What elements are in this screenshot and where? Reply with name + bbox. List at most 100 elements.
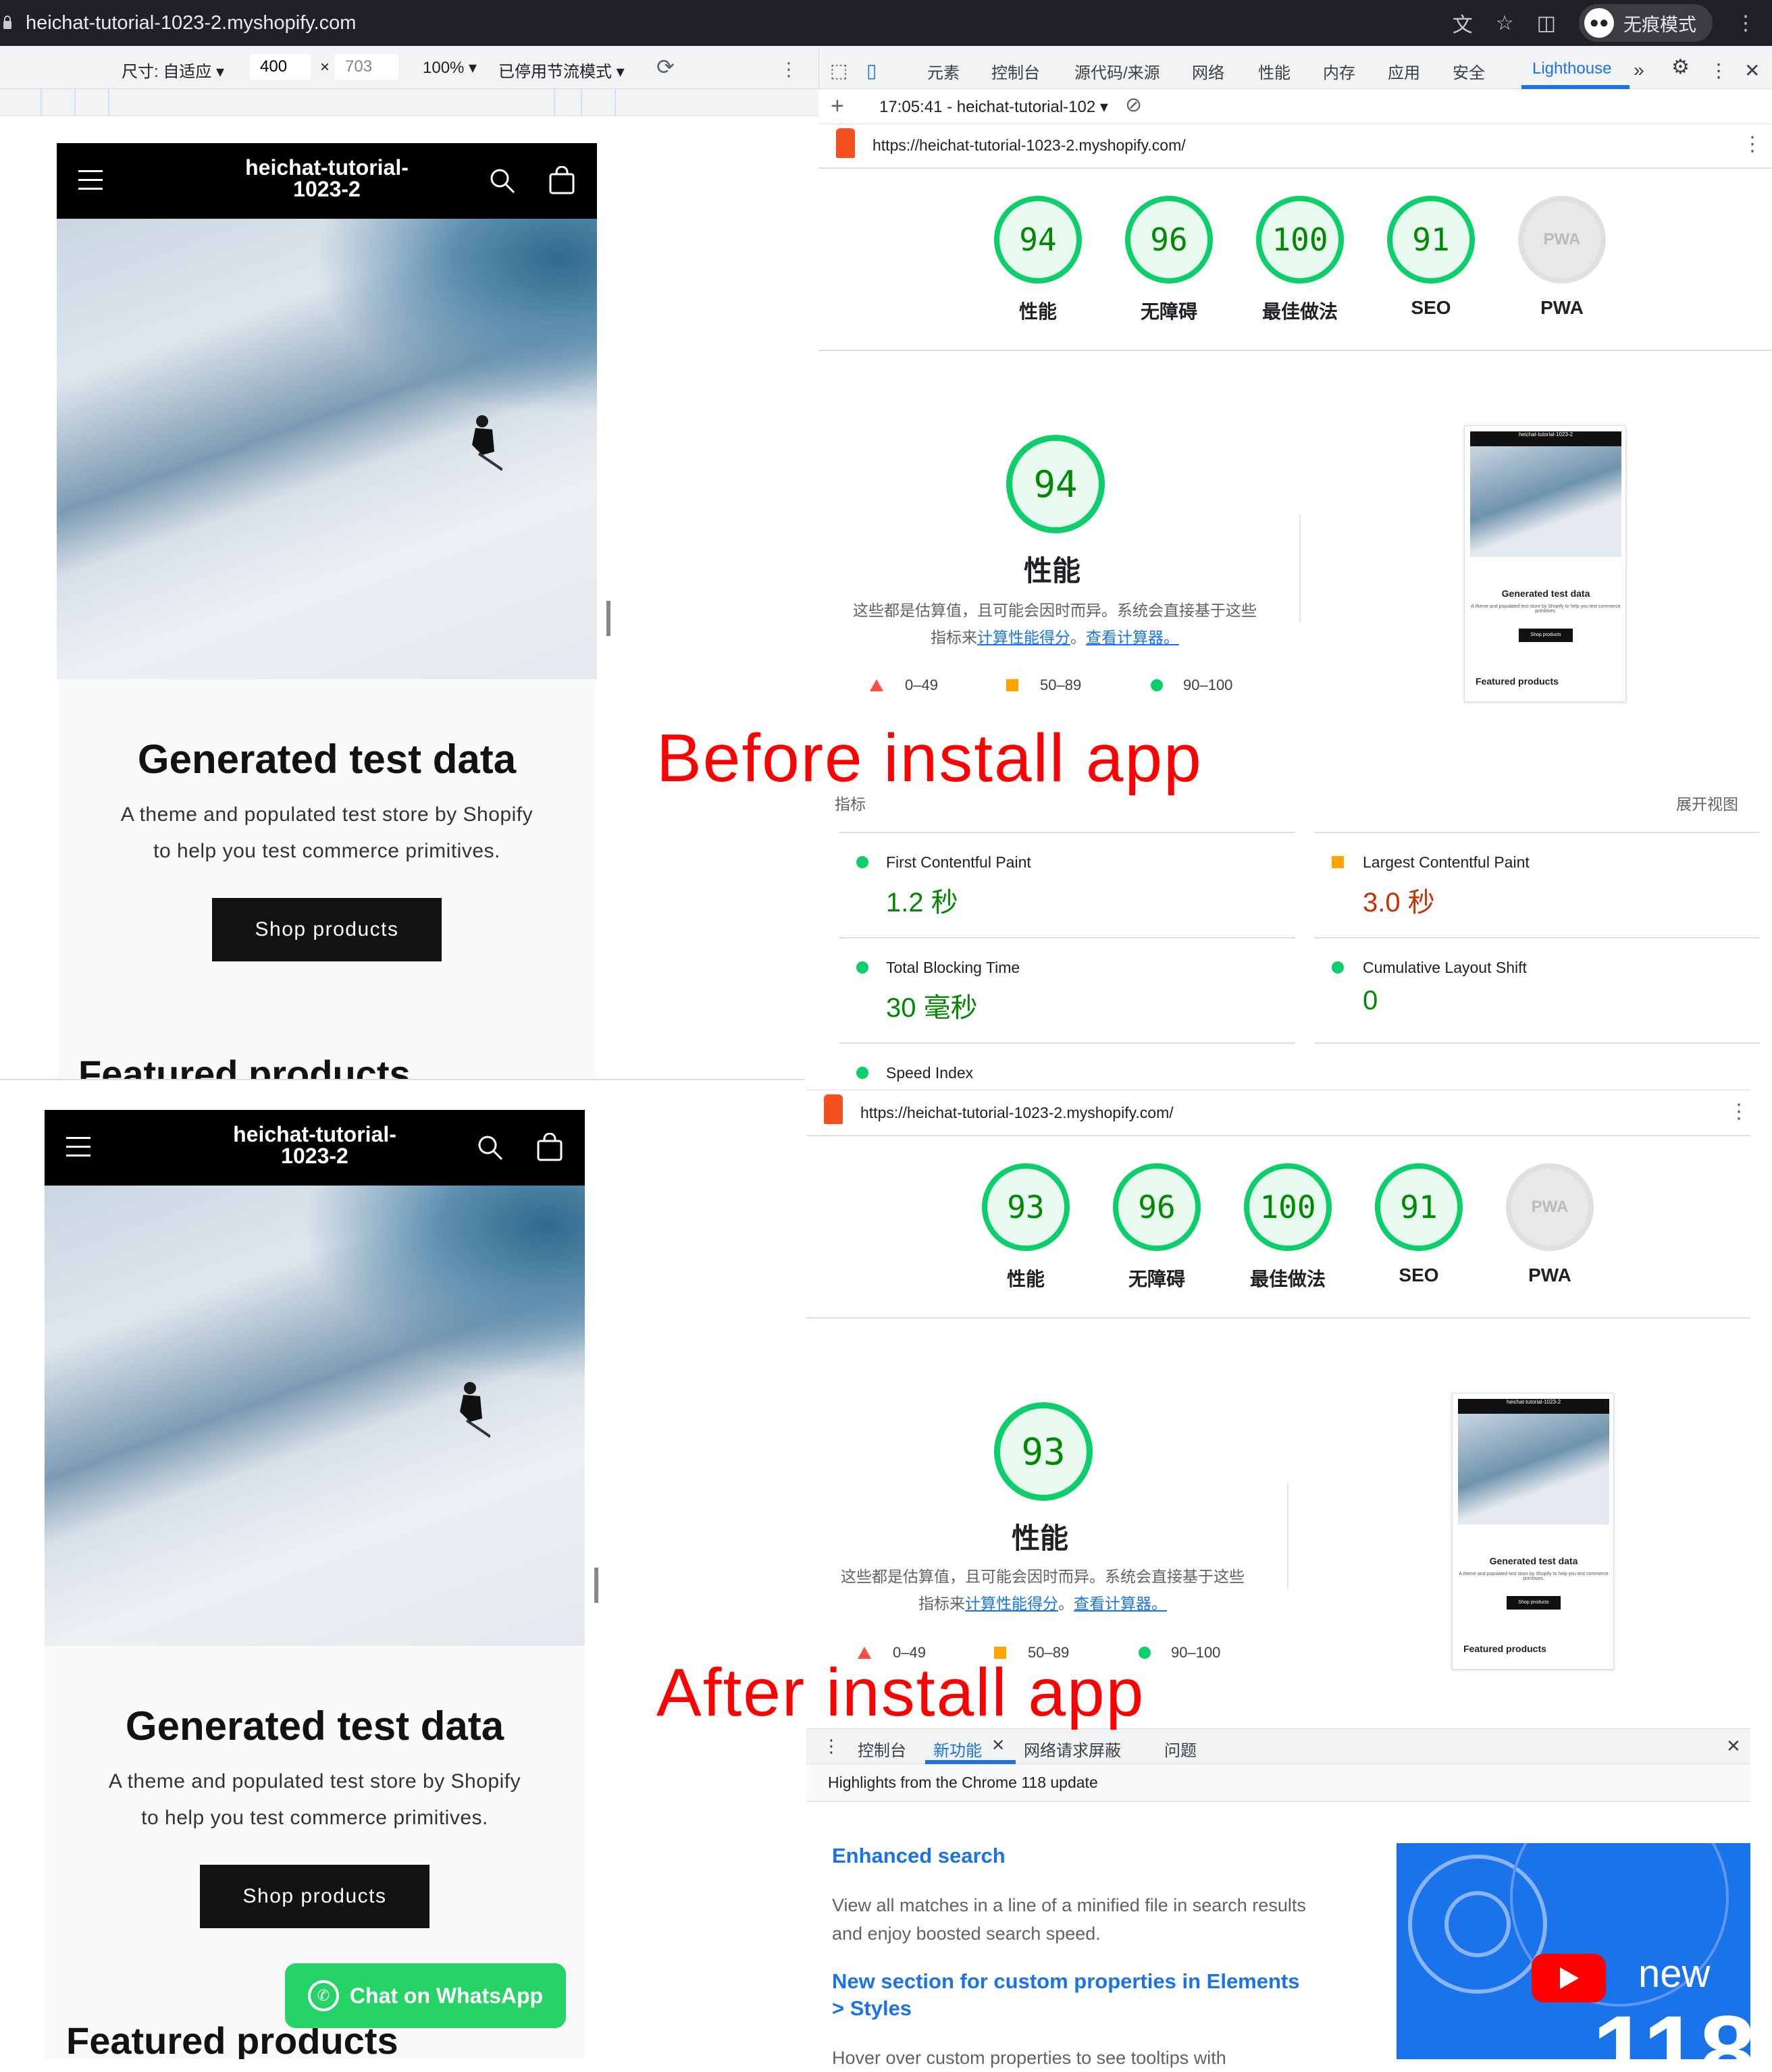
calc-score-link[interactable]: 计算性能得分 (977, 629, 1070, 646)
calculator-link[interactable]: 查看计算器。 (1086, 629, 1179, 646)
legend-fail: 0–49 (905, 676, 938, 693)
tab-elements[interactable]: 元素 (927, 59, 960, 83)
zoom-select[interactable]: 100% ▾ (423, 58, 477, 78)
legend-average: 50–89 (1040, 676, 1082, 693)
drawer-tab-console[interactable]: 控制台 (858, 1737, 906, 1761)
drawer-tab-request-blocking[interactable]: 网络请求屏蔽 (1024, 1737, 1121, 1761)
translate-icon[interactable]: 文 (1453, 8, 1473, 38)
new-report-icon[interactable]: + (831, 93, 844, 119)
calc-score-link[interactable]: 计算性能得分 (965, 1595, 1058, 1612)
hero-heading: Generated test data (125, 1703, 504, 1749)
score-gauge-pwa[interactable]: PWA (1506, 1163, 1594, 1251)
media-query-ruler[interactable] (0, 89, 818, 116)
score-label-performance: 性能 (1018, 301, 1057, 322)
cart-icon[interactable] (536, 1133, 563, 1161)
tab-memory[interactable]: 内存 (1323, 59, 1355, 83)
performance-title: 性能 (1012, 1522, 1069, 1554)
feature-title-custom-properties[interactable]: New section for custom properties in Ele… (832, 1968, 1300, 1995)
device-mode-icon[interactable]: ▯ (866, 59, 877, 82)
tab-lighthouse[interactable]: Lighthouse (1532, 59, 1611, 78)
score-label-seo: SEO (1411, 297, 1451, 318)
tab-sources[interactable]: 源代码/来源 (1074, 59, 1160, 83)
more-vert-icon[interactable]: ⋮ (1729, 1100, 1749, 1123)
skier-figure (472, 415, 502, 471)
star-icon[interactable]: ☆ (1496, 11, 1514, 35)
close-drawer-icon[interactable]: ✕ (1726, 1736, 1741, 1757)
featured-products-heading: Featured products (78, 1053, 411, 1079)
expand-view-toggle[interactable]: 展开视图 (1676, 791, 1738, 814)
report-selector[interactable]: 17:05:41 - heichat-tutorial-102 ▾ (879, 97, 1108, 117)
menu-icon[interactable] (78, 170, 103, 196)
tab-application[interactable]: 应用 (1388, 59, 1420, 83)
lighthouse-logo-icon (836, 128, 855, 158)
page-screenshot-thumbnail[interactable]: heichat-tutorial-1023-2 Generated test d… (1464, 425, 1626, 702)
search-icon[interactable] (477, 1134, 504, 1161)
sidebar-icon[interactable]: ◫ (1537, 11, 1556, 35)
more-vert-icon[interactable]: ⋮ (779, 58, 798, 80)
search-icon[interactable] (489, 167, 516, 194)
lighthouse-report-after: https://heichat-tutorial-1023-2.myshopif… (806, 1090, 1750, 1728)
clear-icon[interactable]: ⊘ (1125, 93, 1142, 117)
menu-icon[interactable] (66, 1137, 90, 1163)
throttle-select[interactable]: 已停用节流模式 ▾ (498, 58, 625, 82)
resize-handle[interactable] (606, 601, 610, 636)
drawer-tab-issues[interactable]: 问题 (1164, 1737, 1197, 1761)
score-label-seo: SEO (1399, 1265, 1439, 1285)
incognito-icon: ●● (1584, 8, 1614, 38)
more-vert-icon[interactable]: ⋮ (1736, 11, 1756, 35)
drawer-tab-whats-new[interactable]: 新功能 (933, 1737, 982, 1761)
metric-cls-name: Cumulative Layout Shift (1363, 959, 1527, 976)
cart-icon[interactable] (548, 166, 575, 194)
whats-new-header: Highlights from the Chrome 118 update (806, 1764, 1750, 1802)
score-gauge-performance[interactable]: 94 (994, 196, 1082, 284)
settings-icon[interactable]: ⚙ (1671, 55, 1690, 79)
tab-performance[interactable]: 性能 (1258, 59, 1291, 83)
height-input[interactable] (335, 54, 398, 80)
store-name[interactable]: heichat-tutorial- 1023-2 (180, 1123, 450, 1167)
rotate-icon[interactable]: ⟳ (656, 54, 675, 80)
store-name[interactable]: heichat-tutorial- 1023-2 (192, 157, 462, 200)
score-gauge-best-practices[interactable]: 100 (1256, 196, 1344, 284)
metric-lcp-name: Largest Contentful Paint (1363, 853, 1530, 871)
tab-console[interactable]: 控制台 (991, 59, 1040, 83)
skier-figure (460, 1382, 490, 1438)
feature-title-enhanced-search[interactable]: Enhanced search (832, 1842, 1006, 1869)
hero-subtext-1: A theme and populated test store by Shop… (120, 803, 533, 826)
address-bar-url[interactable]: heichat-tutorial-1023-2.myshopify.com (26, 12, 356, 34)
close-tab-icon[interactable]: ✕ (991, 1736, 1005, 1755)
chrome-118-promo-video[interactable]: new 118 (1397, 1843, 1750, 2059)
shop-products-button[interactable]: Shop products (200, 1865, 429, 1928)
report-url[interactable]: https://heichat-tutorial-1023-2.myshopif… (872, 136, 1186, 155)
drawer-tabbar: ⋮ 控制台 新功能 ✕ 网络请求屏蔽 问题 ✕ (806, 1729, 1750, 1764)
drawer-menu-icon[interactable]: ⋮ (823, 1736, 840, 1757)
lock-icon (3, 16, 11, 29)
score-gauge-seo[interactable]: 91 (1375, 1163, 1463, 1251)
tab-network[interactable]: 网络 (1192, 59, 1224, 83)
score-gauge-accessibility[interactable]: 96 (1113, 1163, 1201, 1251)
page-screenshot-thumbnail[interactable]: heichat-tutorial-1023-2 Generated test d… (1452, 1393, 1614, 1670)
tab-security[interactable]: 安全 (1453, 59, 1485, 83)
calculator-link[interactable]: 查看计算器。 (1074, 1595, 1167, 1612)
score-gauge-accessibility[interactable]: 96 (1125, 196, 1213, 284)
lighthouse-logo-icon (824, 1094, 843, 1124)
incognito-badge[interactable]: ●● 无痕模式 (1579, 4, 1713, 42)
inspect-icon[interactable]: ⬚ (830, 59, 848, 82)
score-gauge-pwa[interactable]: PWA (1518, 196, 1606, 284)
report-url[interactable]: https://heichat-tutorial-1023-2.myshopif… (860, 1104, 1174, 1122)
divider (0, 1079, 805, 1080)
whatsapp-chat-button[interactable]: ✆ Chat on WhatsApp (285, 1963, 566, 2028)
more-tabs-icon[interactable]: » (1634, 59, 1644, 81)
width-input[interactable] (250, 54, 311, 80)
shop-products-button[interactable]: Shop products (212, 898, 442, 961)
score-gauge-seo[interactable]: 91 (1387, 196, 1475, 284)
more-vert-icon[interactable]: ⋮ (1709, 59, 1728, 82)
pass-legend-icon (1151, 679, 1163, 691)
resize-handle[interactable] (594, 1568, 598, 1603)
dimensions-select[interactable]: 尺寸: 自适应 ▾ (122, 58, 224, 82)
score-gauge-best-practices[interactable]: 100 (1244, 1163, 1332, 1251)
feature-title-custom-properties-2[interactable]: > Styles (832, 1995, 912, 2022)
close-icon[interactable]: ✕ (1744, 59, 1760, 82)
score-gauge-performance[interactable]: 93 (982, 1163, 1070, 1251)
metric-lcp-value: 3.0 秒 (1363, 888, 1435, 918)
more-vert-icon[interactable]: ⋮ (1742, 132, 1763, 156)
